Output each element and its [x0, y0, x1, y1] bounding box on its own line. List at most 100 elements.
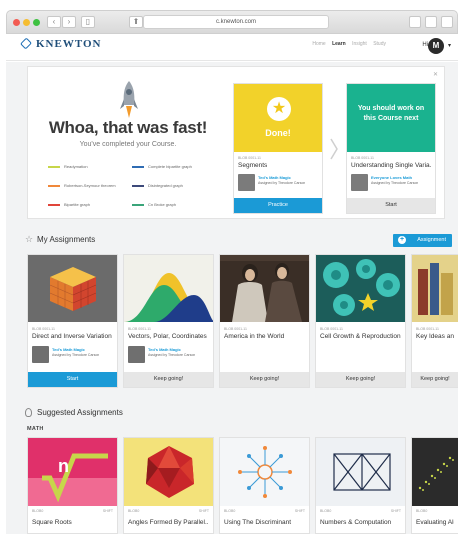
brand-logo[interactable]: KNEWTON: [36, 38, 101, 50]
discriminant-illustration: [220, 438, 309, 506]
tile-banner: ★ Done!: [234, 84, 322, 152]
rocket-icon: [120, 81, 138, 118]
legend-item: Bipartite graph: [48, 202, 90, 207]
legend-item: Cn Broke graph: [132, 202, 176, 207]
app-header: KNEWTON Home Learn Insight Study Hi M ▾: [6, 35, 458, 61]
star-icon: ☆: [25, 234, 34, 244]
nav-insight[interactable]: Insight: [352, 41, 367, 47]
card-image: [28, 255, 117, 322]
keep-going-button[interactable]: Keep going!: [412, 372, 458, 387]
assigned-by: Assigned by Theodore Carson: [258, 181, 306, 185]
avatar[interactable]: M: [428, 38, 444, 54]
cells-illustration: [316, 255, 405, 322]
assignment-card[interactable]: BLOB 0001-11 America in the World Keep g…: [219, 254, 310, 388]
practice-button[interactable]: Practice: [234, 198, 322, 213]
tile-author: Ted's Math Magic Assigned by Theodore Ca…: [238, 174, 318, 194]
download-icon[interactable]: [409, 16, 421, 28]
curve-illustration: [124, 255, 213, 322]
lightbulb-icon: [25, 408, 32, 417]
card-title: Vectors, Polar, Coordinates: [128, 333, 207, 340]
card-title: America in the World: [224, 333, 285, 340]
top-nav: Home Learn Insight Study: [307, 41, 386, 47]
plus-icon: +: [398, 236, 406, 244]
keep-going-button[interactable]: Keep going!: [124, 372, 213, 387]
card-title: Angles Formed By Parallel...: [128, 519, 209, 526]
assignment-card[interactable]: BLOB 0001-11 Vectors, Polar, Coordinates…: [123, 254, 214, 388]
card-meta: BLOB0 SHIFT: [224, 509, 305, 513]
share-icon[interactable]: ⬆: [129, 16, 143, 28]
card-image: [316, 438, 405, 506]
card-image: [220, 255, 309, 322]
card-title: Cell Growth & Reproduction: [320, 333, 401, 340]
minimize-window-dot[interactable]: [23, 19, 30, 26]
author-avatar: [351, 174, 368, 191]
card-title: Direct and Inverse Variation: [32, 333, 112, 340]
suggested-card[interactable]: n BLOB0 SHIFT Square Roots: [27, 437, 118, 534]
start-button[interactable]: Start: [347, 198, 435, 213]
painting-illustration: [220, 255, 309, 322]
suggested-card[interactable]: BLOB0 SHIFT Using The Discriminant: [219, 437, 310, 534]
assignment-card[interactable]: BLOB 0001-11 Key Ideas and D Keep going!: [411, 254, 458, 388]
nav-learn[interactable]: Learn: [332, 41, 346, 47]
books-illustration: [412, 255, 458, 322]
legend-item: Disintegrated graph: [132, 183, 183, 188]
legend-swatch: [48, 165, 60, 168]
grid-illustration: [316, 438, 405, 506]
suggested-card[interactable]: BLOB0 Evaluating Algeb: [411, 437, 458, 534]
svg-text:n: n: [58, 456, 69, 476]
author-name[interactable]: Everyone Loves Math: [371, 175, 412, 180]
card-meta: BLOB0: [416, 509, 428, 513]
chevron-down-icon[interactable]: ▾: [448, 42, 451, 49]
tile-author: Everyone Loves Math Assigned by Theodore…: [351, 174, 431, 194]
suggested-card[interactable]: BLOB0 SHIFT Angles Formed By Parallel...: [123, 437, 214, 534]
nav-home[interactable]: Home: [312, 41, 325, 47]
author-name[interactable]: Ted's Math Magic: [148, 347, 181, 352]
dots-illustration: [412, 438, 458, 506]
card-image: [412, 438, 458, 506]
cube-illustration: [28, 255, 117, 322]
star-badge-icon: ★: [267, 97, 291, 121]
next-course-tile[interactable]: You should work on this Course next BLOB…: [346, 83, 436, 214]
author-name[interactable]: Ted's Math Magic: [52, 347, 85, 352]
legend-swatch: [48, 184, 60, 187]
card-meta: BLOB0 SHIFT: [320, 509, 401, 513]
card-author: Ted's Math Magic Assigned by Theodore Ca…: [128, 346, 209, 366]
author-name[interactable]: Ted's Math Magic: [258, 175, 291, 180]
tile-name: Segments: [238, 162, 268, 169]
new-tab-icon[interactable]: [441, 16, 453, 28]
forward-icon[interactable]: ›: [62, 16, 76, 28]
author-avatar: [32, 346, 49, 363]
keep-going-button[interactable]: Keep going!: [220, 372, 309, 387]
assigned-by: Assigned by Theodore Carson: [52, 353, 100, 357]
tabs-icon[interactable]: [425, 16, 437, 28]
card-meta: BLOB 0001-11: [224, 327, 247, 331]
nav-study[interactable]: Study: [373, 41, 386, 47]
assignment-card[interactable]: BLOB 0001-11 Cell Growth & Reproduction …: [315, 254, 406, 388]
next-course-banner: You should work on this Course next: [357, 105, 425, 122]
add-assignment-button[interactable]: + Assignment: [393, 234, 452, 247]
card-title: Using The Discriminant: [224, 519, 292, 526]
card-meta: BLOB0 SHIFT: [128, 509, 209, 513]
start-button[interactable]: Start: [28, 372, 117, 387]
keep-going-button[interactable]: Keep going!: [316, 372, 405, 387]
suggested-assignments-title: Suggested Assignments: [37, 408, 123, 417]
assignment-card[interactable]: BLOB 0001-11 Direct and Inverse Variatio…: [27, 254, 118, 388]
close-window-dot[interactable]: [13, 19, 20, 26]
suggested-card[interactable]: BLOB0 SHIFT Numbers & Computation: [315, 437, 406, 534]
back-icon[interactable]: ‹: [47, 16, 61, 28]
card-image: [316, 255, 405, 322]
card-title: Evaluating Algeb: [416, 519, 454, 526]
square-root-illustration: n: [28, 438, 117, 506]
tile-banner: You should work on this Course next: [347, 84, 435, 152]
tile-name: Understanding Single Varia...: [351, 162, 431, 169]
legend-swatch: [132, 203, 144, 206]
sidebar-icon[interactable]: ▯: [81, 16, 95, 28]
knewton-logo-icon: [19, 37, 33, 50]
legend-item: Robertson-Seymour theorem: [48, 183, 116, 188]
address-bar[interactable]: c.knewton.com: [143, 15, 329, 29]
card-image: [124, 255, 213, 322]
close-icon[interactable]: ✕: [433, 71, 438, 78]
completed-course-tile[interactable]: ★ Done! BLOB 0001-11 Segments Ted's Math…: [233, 83, 323, 214]
assigned-by: Assigned by Theodore Carson: [148, 353, 196, 357]
maximize-window-dot[interactable]: [33, 19, 40, 26]
